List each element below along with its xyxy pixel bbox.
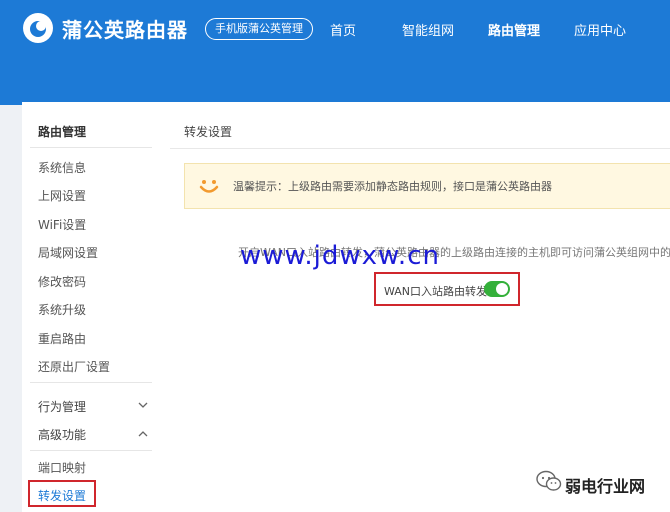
sidebar-item-change-password[interactable]: 修改密码 — [38, 273, 86, 290]
sidebar-item-internet-settings[interactable]: 上网设置 — [38, 187, 86, 204]
wan-forwarding-label: WAN口入站路由转发: — [384, 285, 491, 298]
sidebar-item-system-info[interactable]: 系统信息 — [38, 159, 86, 176]
title-divider — [170, 148, 670, 149]
tip-text: 温馨提示：上级路由需要添加静态路由规则，接口是蒲公英路由器 — [233, 180, 552, 193]
sidebar-item-reboot-router[interactable]: 重启路由 — [38, 330, 86, 347]
sidebar-item-port-mapping[interactable]: 端口映射 — [38, 459, 86, 476]
sidebar-item-factory-reset[interactable]: 还原出厂设置 — [38, 358, 110, 375]
watermark-url: www.jdwxw.cn — [240, 241, 440, 271]
sidebar-item-system-upgrade[interactable]: 系统升级 — [38, 301, 86, 318]
sidebar-item-forwarding-settings[interactable]: 转发设置 — [38, 487, 86, 504]
page-title: 转发设置 — [184, 125, 233, 139]
nav-app-center[interactable]: 应用中心 — [574, 20, 626, 39]
watermark-account: 弱电行业网 — [565, 477, 646, 496]
nav-smart-network[interactable]: 智能组网 — [402, 20, 454, 39]
wan-forwarding-toggle[interactable] — [484, 281, 510, 297]
smiley-icon — [199, 180, 219, 193]
header-band — [0, 60, 670, 105]
sidebar-group-advanced-features[interactable]: 高级功能 — [38, 426, 86, 443]
sidebar-group-behavior-management[interactable]: 行为管理 — [38, 398, 86, 415]
toggle-knob — [496, 283, 508, 295]
chevron-down-icon[interactable] — [138, 400, 148, 410]
dandelion-logo-icon[interactable] — [22, 12, 54, 44]
sidebar-divider — [30, 382, 152, 383]
sidebar-divider — [30, 450, 152, 451]
nav-home[interactable]: 首页 — [330, 20, 356, 39]
chevron-up-icon[interactable] — [138, 429, 148, 439]
sidebar-item-wifi-settings[interactable]: WiFi设置 — [38, 216, 86, 233]
sidebar-item-lan-settings[interactable]: 局域网设置 — [38, 244, 98, 261]
wechat-icon — [536, 470, 562, 491]
sidebar-divider — [30, 147, 152, 148]
mobile-version-button[interactable]: 手机版蒲公英管理 — [205, 18, 313, 40]
sidebar-title: 路由管理 — [38, 125, 87, 139]
nav-router-management[interactable]: 路由管理 — [488, 20, 540, 39]
brand-name: 蒲公英路由器 — [62, 18, 188, 42]
